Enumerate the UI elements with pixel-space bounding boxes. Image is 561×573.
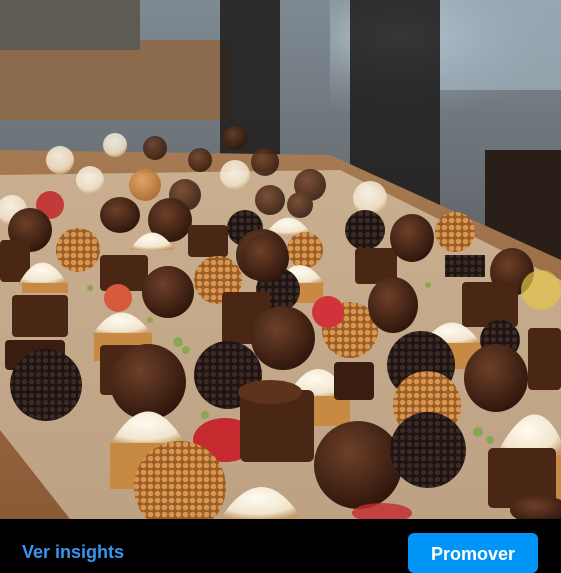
view-insights-link[interactable]: Ver insights [22,541,124,563]
post-action-bar: Ver insights Promover [0,519,561,573]
post-photo [0,0,561,519]
promote-button[interactable]: Promover [408,533,538,573]
